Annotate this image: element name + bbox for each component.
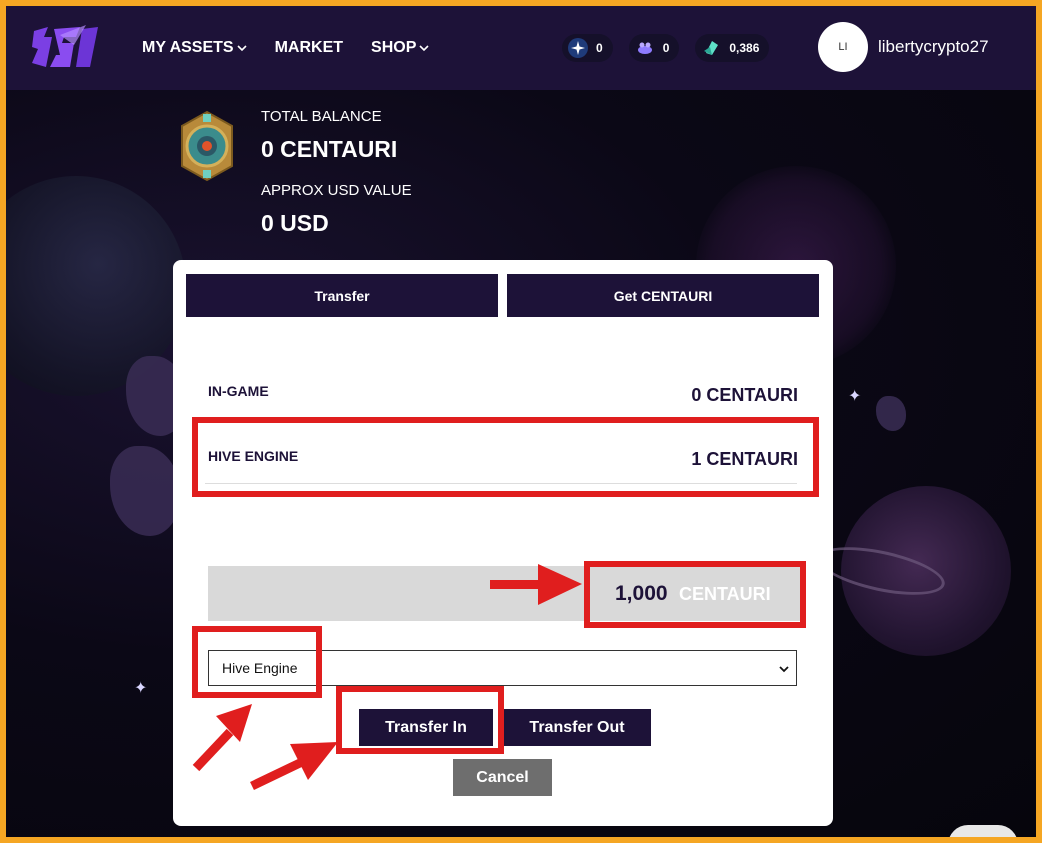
- currency-counters: 0 0 0,386: [562, 34, 770, 62]
- creature-token-icon: [635, 38, 655, 58]
- nav-my-assets-label: MY ASSETS: [142, 39, 234, 56]
- app-frame: ✦ ✦ MY ASSETS MARKET SHOP 0 0 0,386 LI l…: [6, 6, 1036, 837]
- star-token-icon: [568, 38, 588, 58]
- select-highlight: [192, 626, 322, 698]
- usd-value-label: APPROX USD VALUE: [261, 182, 412, 199]
- nav-market[interactable]: MARKET: [275, 39, 343, 57]
- total-balance-value: 0 CENTAURI: [261, 136, 398, 162]
- chevron-down-icon: [419, 45, 429, 52]
- chevron-down-icon: [237, 45, 247, 52]
- crystal-token-icon: [701, 38, 721, 58]
- nav-shop[interactable]: SHOP: [371, 39, 429, 57]
- usd-value: 0 USD: [261, 210, 329, 236]
- asteroid-decoration: [110, 446, 180, 536]
- red-arrow-icon: [490, 564, 582, 605]
- amount-highlight: [584, 561, 806, 628]
- in-game-label: IN-GAME: [208, 383, 269, 399]
- total-balance-label: TOTAL BALANCE: [261, 108, 382, 125]
- creature-token-value: 0: [662, 41, 670, 55]
- crystal-token-value: 0,386: [729, 41, 760, 55]
- top-navigation-bar: MY ASSETS MARKET SHOP 0 0 0,386 LI liber…: [6, 6, 1036, 90]
- avatar[interactable]: LI: [818, 22, 868, 72]
- transfer-in-highlight: [336, 686, 504, 754]
- star-token-counter[interactable]: 0: [562, 34, 613, 62]
- chevron-down-icon: [779, 666, 789, 673]
- nav-market-label: MARKET: [274, 39, 344, 56]
- nav-my-assets[interactable]: MY ASSETS: [142, 39, 247, 57]
- cancel-button[interactable]: Cancel: [453, 759, 552, 796]
- username[interactable]: libertycrypto27: [878, 37, 989, 57]
- centauri-token-icon: [181, 110, 233, 182]
- in-game-value: 0 CENTAURI: [691, 385, 798, 405]
- star-token-value: 0: [596, 41, 603, 55]
- game-logo-icon[interactable]: [30, 23, 104, 73]
- nav-shop-label: SHOP: [371, 39, 417, 56]
- hive-engine-highlight: [192, 417, 819, 497]
- tab-get-centauri[interactable]: Get CENTAURI: [507, 274, 819, 317]
- main-nav: MY ASSETS MARKET SHOP: [142, 39, 429, 57]
- sparkle-icon: ✦: [134, 680, 148, 697]
- crystal-token-counter[interactable]: 0,386: [695, 34, 770, 62]
- sparkle-icon: ✦: [848, 388, 862, 405]
- red-arrow-icon: [250, 742, 338, 791]
- help-chat-bubble[interactable]: [948, 825, 1018, 837]
- transfer-out-button[interactable]: Transfer Out: [503, 709, 651, 746]
- creature-token-counter[interactable]: 0: [628, 34, 680, 62]
- tab-transfer[interactable]: Transfer: [186, 274, 498, 317]
- user-menu[interactable]: LI libertycrypto27: [818, 22, 989, 72]
- asteroid-decoration: [876, 396, 906, 431]
